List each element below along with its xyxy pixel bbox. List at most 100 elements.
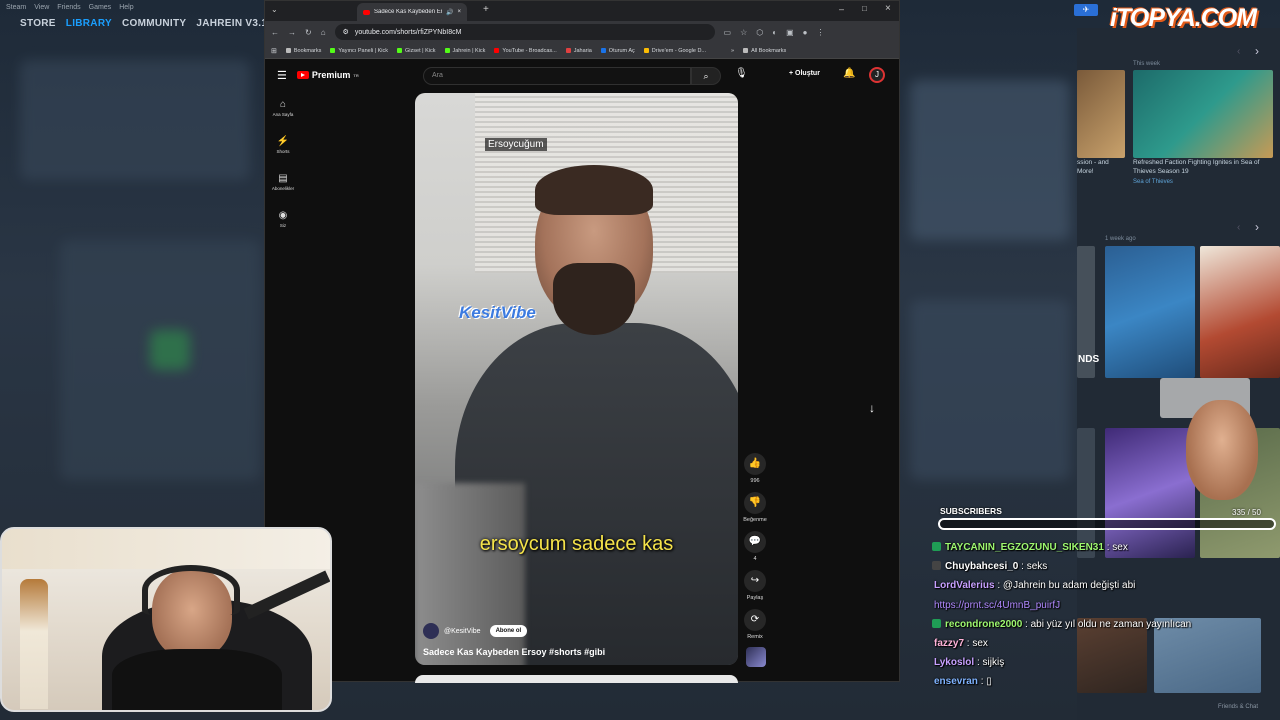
sidebar-item-you[interactable]: ◉ Siz bbox=[265, 210, 301, 228]
blurred-library-panel bbox=[20, 60, 250, 180]
url-bar[interactable]: ⚙ youtube.com/shorts/rfiZPYNbI8cM bbox=[334, 24, 715, 40]
arrow-down-icon[interactable]: ↓ bbox=[869, 401, 875, 415]
forward-icon[interactable]: → bbox=[288, 28, 296, 37]
channel-name[interactable]: @KesitVibe bbox=[444, 628, 481, 635]
hamburger-menu-icon[interactable]: ☰ bbox=[277, 69, 287, 82]
minimize-icon[interactable]: – bbox=[839, 4, 844, 14]
next-short-preview[interactable] bbox=[415, 675, 738, 683]
chat-username[interactable]: ensevran bbox=[934, 676, 978, 687]
chat-username[interactable]: Chuybahcesi_0 bbox=[945, 561, 1018, 572]
chat-username[interactable]: TAYCANIN_EGZOZUNU_SIKEN31 bbox=[945, 542, 1104, 553]
blurred-game-icon bbox=[150, 330, 190, 370]
menu-kebab-icon[interactable]: ⋮ bbox=[817, 28, 825, 37]
share-button[interactable]: ↪ Paylaş bbox=[743, 570, 767, 601]
steam-nav-store[interactable]: STORE bbox=[20, 18, 56, 29]
search-input[interactable]: Ara bbox=[423, 67, 691, 85]
account-avatar[interactable]: J bbox=[869, 67, 885, 83]
news-card-title[interactable]: Refreshed Faction Fighting Ignites in Se… bbox=[1133, 158, 1275, 176]
notifications-bell-icon[interactable]: 🔔 bbox=[843, 68, 855, 79]
home-icon[interactable]: ⌂ bbox=[321, 28, 326, 37]
steam-menu-steam[interactable]: Steam bbox=[6, 4, 26, 11]
url-text[interactable]: youtube.com/shorts/rfiZPYNbI8cM bbox=[355, 29, 462, 36]
bookmark-folder-icon bbox=[285, 48, 291, 53]
channel-avatar[interactable] bbox=[423, 623, 439, 639]
dislike-button[interactable]: 👎 Beğenme bbox=[743, 492, 767, 523]
subscribe-button[interactable]: Abone ol bbox=[489, 625, 528, 637]
tab-search-icon[interactable]: ⌄ bbox=[271, 5, 278, 14]
game-card-my-winter-car[interactable] bbox=[1105, 246, 1195, 378]
news-card-sea-of-thieves-image[interactable] bbox=[1133, 70, 1273, 158]
bookmark-star-icon[interactable]: ☆ bbox=[740, 28, 747, 37]
bookmark-item[interactable]: Bookmarks bbox=[285, 48, 321, 54]
steam-nav-library[interactable]: LIBRARY bbox=[66, 18, 112, 29]
shorts-icon: ⚡ bbox=[276, 136, 290, 147]
create-button[interactable]: + Oluştur bbox=[789, 70, 820, 77]
extensions-puzzle-icon[interactable]: ▣ bbox=[786, 28, 794, 37]
chat-username[interactable]: Lykoslol bbox=[934, 657, 974, 668]
chat-message: LordValerius : @Jahrein bu adam değişti … bbox=[932, 576, 1277, 595]
game-card-team-fortress[interactable] bbox=[1200, 246, 1280, 378]
maximize-icon[interactable]: □ bbox=[862, 4, 867, 13]
steam-nav-community[interactable]: COMMUNITY bbox=[122, 18, 186, 29]
tab-active[interactable]: Sadece Kas Kaybeden Ersoy 🔊 × bbox=[357, 3, 467, 21]
steam-menu-help[interactable]: Help bbox=[119, 4, 133, 11]
sound-thumbnail[interactable] bbox=[746, 647, 766, 667]
back-icon[interactable]: ← bbox=[271, 28, 279, 37]
video-title[interactable]: Sadece Kas Kaybeden Ersoy #shorts #gibi bbox=[423, 647, 605, 657]
news-card-image[interactable] bbox=[1077, 70, 1125, 158]
comments-button[interactable]: 💬 4 bbox=[743, 531, 767, 562]
search-icon[interactable]: ⌕ bbox=[691, 67, 721, 85]
reload-icon[interactable]: ↻ bbox=[305, 28, 312, 37]
bookmark-item[interactable]: Jahrein | Kick bbox=[444, 48, 485, 54]
steam-nav-profile[interactable]: JAHREIN V3.1 bbox=[196, 18, 267, 29]
sidebar-item-shorts[interactable]: ⚡ Shorts bbox=[265, 136, 301, 154]
chevron-left-icon[interactable]: ‹ bbox=[1237, 222, 1240, 233]
friends-chat-button[interactable]: Friends & Chat bbox=[1218, 704, 1258, 710]
sidebar-item-subscriptions[interactable]: ▤ Abonelikler bbox=[265, 173, 301, 191]
bookmarks-overflow-icon[interactable]: » bbox=[731, 48, 734, 54]
site-info-icon[interactable]: ⚙ bbox=[343, 28, 349, 36]
bookmark-item[interactable]: Drive'em - Google D... bbox=[643, 48, 706, 54]
chat-username[interactable]: recondrone2000 bbox=[945, 619, 1022, 630]
microphone-icon[interactable]: 🎙 bbox=[735, 68, 748, 79]
comment-count: 4 bbox=[753, 556, 757, 562]
all-bookmarks[interactable]: All Bookmarks bbox=[743, 48, 786, 54]
steam-menu-games[interactable]: Games bbox=[89, 4, 112, 11]
bookmark-item[interactable]: Jaharia bbox=[565, 48, 592, 54]
site-icon bbox=[565, 48, 571, 53]
steam-menu-view[interactable]: View bbox=[34, 4, 49, 11]
bookmark-item[interactable]: Yayıncı Paneli | Kick bbox=[330, 48, 388, 54]
site-icon bbox=[600, 48, 606, 53]
bookmark-item[interactable]: YouTube - Broadcas... bbox=[494, 48, 557, 54]
chevron-right-icon[interactable]: › bbox=[1255, 220, 1259, 234]
chevron-right-icon[interactable]: › bbox=[1255, 44, 1259, 58]
chat-username[interactable]: LordValerius bbox=[934, 580, 995, 591]
like-button[interactable]: 👍 996 bbox=[743, 453, 767, 484]
cast-icon[interactable]: ▭ bbox=[724, 28, 732, 37]
news-card-game[interactable]: Sea of Thieves bbox=[1133, 179, 1173, 185]
chat-username[interactable]: fazzy7 bbox=[934, 638, 964, 649]
tab-close-icon[interactable]: × bbox=[457, 9, 461, 15]
shorts-video-player[interactable]: Ersoycuğum KesitVibe ersoycum sadece kas… bbox=[415, 93, 738, 665]
youtube-logo[interactable]: Premium TR bbox=[296, 70, 359, 80]
headphones-icon bbox=[142, 565, 240, 615]
sidebar-item-home[interactable]: ⌂ Ana Sayfa bbox=[265, 99, 301, 117]
remix-button[interactable]: ⟳ Remix bbox=[743, 609, 767, 640]
extension-icon[interactable]: ◐ bbox=[772, 28, 777, 37]
thumbs-up-icon: 👍 bbox=[744, 453, 766, 475]
bookmark-item[interactable]: Gizset | Kick bbox=[397, 48, 436, 54]
bookmark-item[interactable]: Oturum Aç bbox=[600, 48, 635, 54]
extension-icon[interactable]: ⬡ bbox=[756, 28, 763, 37]
chat-message: recondrone2000 : abi yüz yıl oldu ne zam… bbox=[932, 615, 1277, 634]
apps-grid-icon[interactable]: ⊞ bbox=[271, 47, 277, 55]
profile-avatar-icon[interactable]: ● bbox=[803, 28, 808, 37]
steam-menu-friends[interactable]: Friends bbox=[57, 4, 80, 11]
steam-announce-icon[interactable]: ✈ bbox=[1074, 4, 1098, 16]
this-week-label: This week bbox=[1133, 61, 1161, 67]
kick-icon bbox=[330, 48, 336, 53]
window-close-icon[interactable]: × bbox=[885, 3, 891, 14]
chat-link[interactable]: https://prnt.sc/4UmnB_puirfJ bbox=[932, 600, 1060, 611]
tab-audio-icon[interactable]: 🔊 bbox=[446, 9, 453, 16]
new-tab-icon[interactable]: + bbox=[483, 4, 489, 15]
chevron-left-icon[interactable]: ‹ bbox=[1237, 46, 1240, 57]
